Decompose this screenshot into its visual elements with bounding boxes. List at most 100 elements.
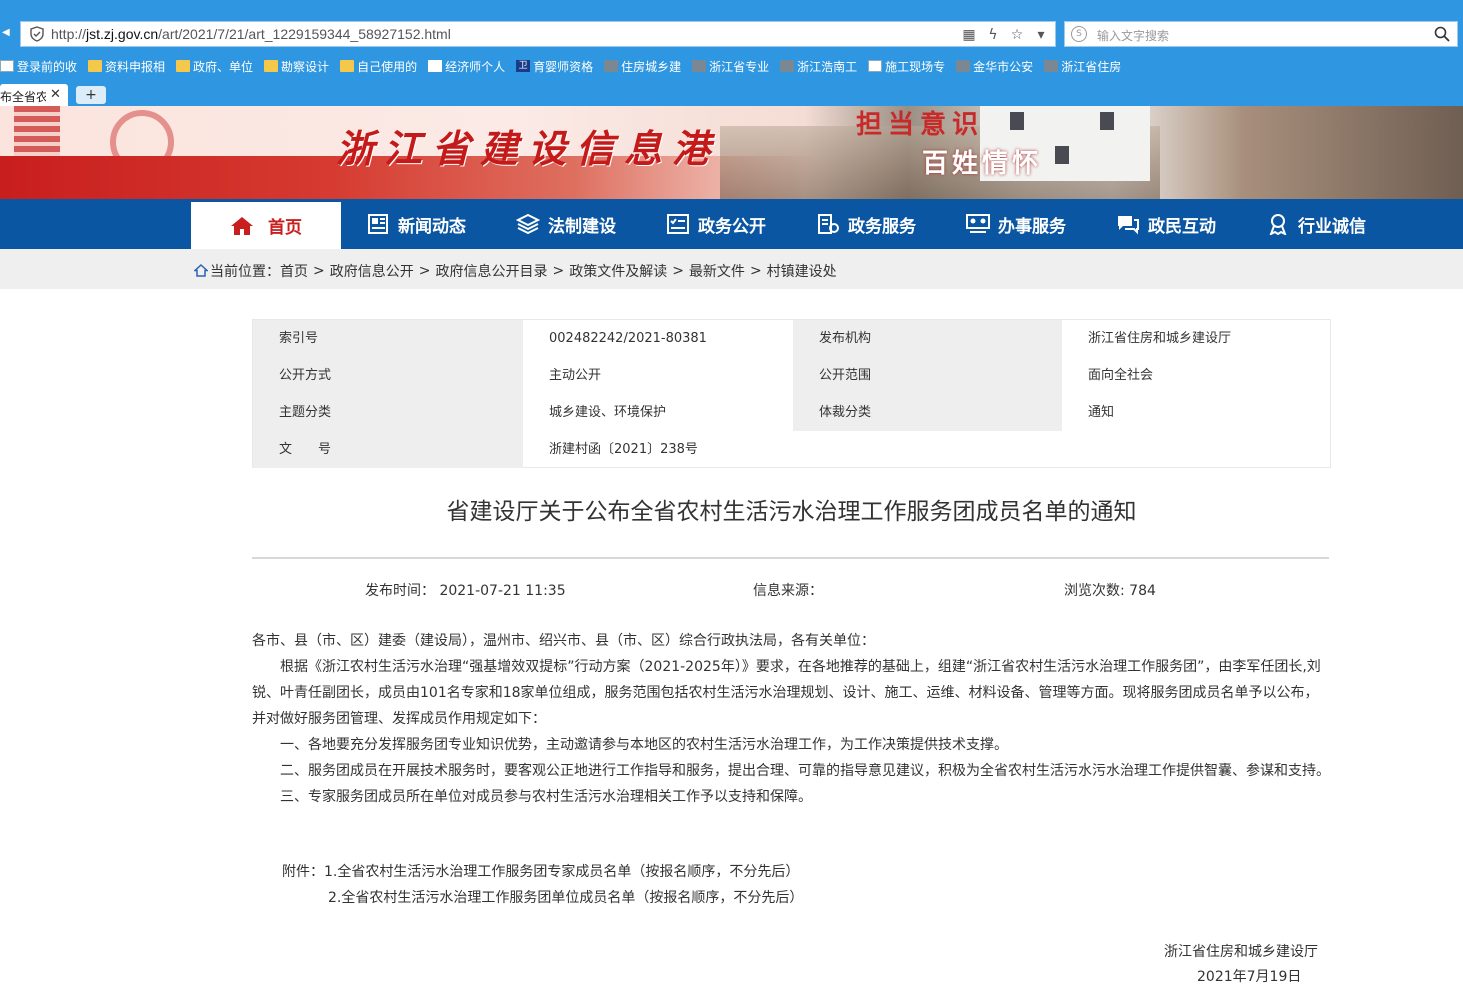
nav-item-gov-service[interactable]: 政务服务: [791, 199, 941, 249]
sign-date: 2021年7月19日: [1197, 969, 1302, 985]
folder-icon: [176, 60, 191, 72]
url-text[interactable]: http://jst.zj.gov.cn/art/2021/7/21/art_1…: [51, 26, 451, 42]
breadcrumb-bar: 当前位置： 首页 > 政府信息公开 > 政府信息公开目录 > 政策文件及解读 >…: [0, 249, 1463, 289]
site-title: 浙江省建设信息港: [336, 126, 721, 171]
site-icon: [604, 60, 619, 72]
nav-item-office-service[interactable]: 办事服务: [941, 199, 1091, 249]
bookmark-label: 浙江省住房: [1061, 59, 1122, 74]
site-icon: [1044, 60, 1059, 72]
browser-chrome: ◀ http://jst.zj.gov.cn/art/2021/7/21/art…: [0, 0, 1463, 106]
nav-label: 政务公开: [698, 216, 766, 237]
page-icon: [0, 60, 14, 72]
attachment-label: 附件：: [282, 864, 324, 880]
bookmark-item[interactable]: 卫育婴师资格: [516, 58, 593, 75]
main-nav: 首页 新闻动态 法制建设 政务公开 政务服务 办事服务 政民互动 行业诚信: [0, 199, 1463, 249]
info-source: 信息来源：: [753, 580, 823, 600]
breadcrumb: 当前位置： 首页 > 政府信息公开 > 政府信息公开目录 > 政策文件及解读 >…: [194, 261, 837, 281]
url-host: jst.zj.gov.cn: [86, 26, 159, 42]
breadcrumb-link[interactable]: 政府信息公开: [330, 261, 414, 281]
star-icon[interactable]: ☆: [1009, 26, 1025, 44]
nav-item-interaction[interactable]: 政民互动: [1091, 199, 1241, 249]
breadcrumb-link[interactable]: 政府信息公开目录: [435, 261, 547, 281]
bookmark-item[interactable]: 经济师个人: [428, 58, 505, 75]
nav-item-news[interactable]: 新闻动态: [341, 199, 491, 249]
breadcrumb-link[interactable]: 政策文件及解读: [569, 261, 667, 281]
new-tab-button[interactable]: +: [76, 86, 106, 104]
nav-item-law[interactable]: 法制建设: [491, 199, 641, 249]
nav-item-integrity[interactable]: 行业诚信: [1241, 199, 1391, 249]
bookmark-item[interactable]: 浙江浩南工: [780, 58, 857, 75]
window-graphic: [1010, 112, 1024, 130]
qr-code-icon[interactable]: ▦: [961, 26, 977, 44]
bookmark-item[interactable]: 浙江省专业: [692, 58, 769, 75]
bookmark-item[interactable]: 自己使用的: [340, 58, 417, 75]
meta-key-genre: 体裁分类: [793, 394, 1062, 431]
site-icon: [428, 60, 443, 72]
lightning-icon[interactable]: ϟ: [985, 26, 1001, 44]
publish-label: 发布时间：: [365, 583, 435, 599]
breadcrumb-separator: >: [418, 263, 431, 279]
meta-value-scope: 面向全社会: [1088, 368, 1154, 383]
bookmark-item[interactable]: 政府、单位: [176, 58, 253, 75]
tab-active[interactable]: 布全省农 ✕: [0, 84, 68, 106]
breadcrumb-separator: >: [672, 263, 684, 279]
address-bar[interactable]: http://jst.zj.gov.cn/art/2021/7/21/art_1…: [20, 21, 1056, 47]
breadcrumb-separator: >: [749, 263, 762, 279]
meta-value-doc-number: 浙建村函〔2021〕238号: [549, 442, 698, 457]
search-input[interactable]: 输入文字搜索: [1097, 27, 1169, 44]
meta-key-doc-number: 文 号: [253, 431, 523, 468]
breadcrumb-link[interactable]: 首页: [280, 261, 308, 281]
attachment-link[interactable]: 1.全省农村生活污水治理工作服务团专家成员名单（按报名顺序，不分先后）: [324, 864, 799, 880]
bookmark-item[interactable]: 住房城乡建: [604, 58, 681, 75]
bookmark-item[interactable]: 金华市公安: [956, 58, 1033, 75]
meta-key-disclosure: 公开方式: [253, 357, 523, 394]
bookmark-label: 登录前的收: [17, 59, 78, 74]
publish-time: 发布时间： 2021-07-21 11:35: [365, 580, 566, 600]
bookmark-item[interactable]: 浙江省住房: [1044, 58, 1121, 75]
meta-value-topic: 城乡建设、环境保护: [549, 405, 667, 420]
bookmark-item[interactable]: 资料申报相: [88, 58, 165, 75]
breadcrumb-link[interactable]: 村镇建设处: [767, 261, 837, 281]
site-icon: [956, 60, 971, 72]
chevron-left-icon[interactable]: ◀: [2, 27, 14, 39]
shield-check-icon: [30, 26, 44, 42]
salutation: 各市、县（市、区）建委（建设局），温州市、绍兴市、县（市、区）综合行政执法局，各…: [252, 633, 875, 649]
home-icon: [231, 216, 253, 235]
nav-label: 政务服务: [848, 216, 916, 237]
service-icon: [818, 214, 839, 234]
layers-icon: [516, 213, 540, 235]
meta-key-topic: 主题分类: [253, 394, 523, 431]
bookmark-item[interactable]: 勘察设计: [264, 58, 329, 75]
nav-item-gov-affairs[interactable]: 政务公开: [641, 199, 791, 249]
nav-label: 政民互动: [1148, 216, 1216, 237]
bookmark-item[interactable]: 施工现场专: [868, 58, 945, 75]
site-icon: [780, 60, 795, 72]
news-icon: [368, 214, 388, 234]
bookmark-label: 资料申报相: [105, 59, 166, 74]
point-paragraph: 一、各地要充分发挥服务团专业知识优势，主动邀请参与本地区的农村生活污水治理工作，…: [280, 737, 1008, 753]
search-icon[interactable]: [1433, 25, 1451, 43]
meta-value-publisher: 浙江省住房和城乡建设厅: [1088, 331, 1232, 346]
article-title: 省建设厅关于公布全省农村生活污水治理工作服务团成员名单的通知: [446, 499, 1137, 525]
bookmark-label: 自己使用的: [357, 59, 418, 74]
view-count: 浏览次数: 784: [1064, 580, 1156, 600]
meta-value-genre: 通知: [1088, 405, 1115, 420]
nav-item-home[interactable]: 首页: [191, 199, 341, 249]
chevron-down-icon[interactable]: ▾: [1033, 26, 1049, 44]
search-engine-icon[interactable]: S: [1071, 26, 1087, 42]
views-label: 浏览次数:: [1064, 583, 1125, 599]
bookmark-label: 浙江浩南工: [797, 59, 858, 74]
close-icon[interactable]: ✕: [50, 87, 61, 102]
search-box[interactable]: S 输入文字搜索: [1064, 21, 1458, 47]
breadcrumb-link[interactable]: 最新文件: [689, 261, 745, 281]
publish-value: 2021-07-21 11:35: [439, 583, 566, 599]
checklist-icon: [667, 214, 689, 234]
url-prefix: http://: [51, 26, 87, 42]
home-icon: [194, 264, 208, 277]
bookmark-item[interactable]: 登录前的收: [0, 58, 77, 75]
site-icon: 卫: [516, 60, 531, 72]
signature: 浙江省住房和城乡建设厅: [1164, 944, 1318, 960]
attachment-link[interactable]: 2.全省农村生活污水治理工作服务团单位成员名单（按报名顺序，不分先后）: [328, 890, 803, 906]
bookmark-label: 政府、单位: [193, 59, 254, 74]
slogan-top: 担当意识: [856, 110, 985, 140]
